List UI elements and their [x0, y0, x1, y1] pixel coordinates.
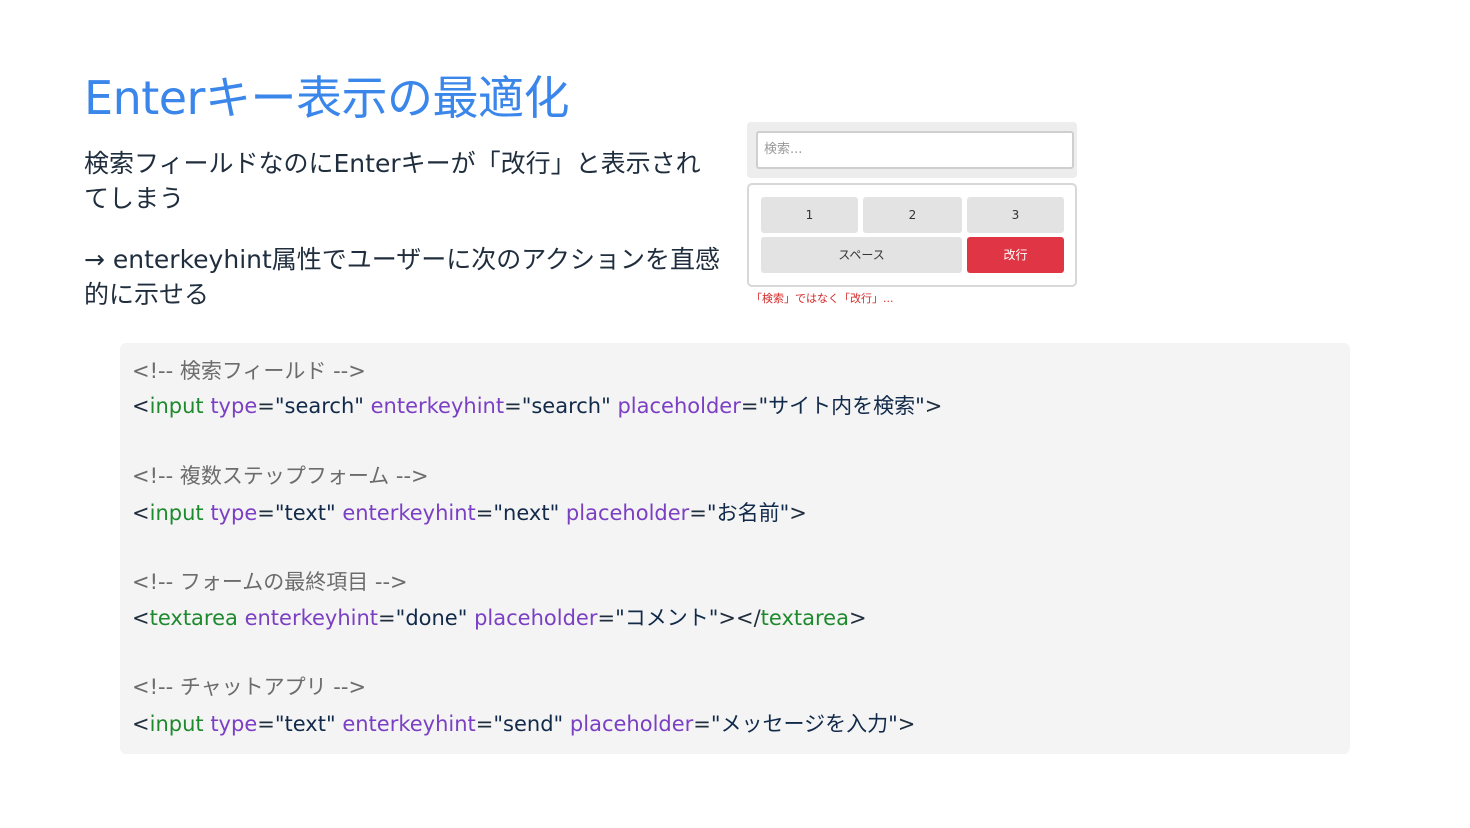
key-3[interactable]: 3: [967, 197, 1064, 233]
code-value: "send": [493, 712, 564, 736]
code-comment-chat: <!-- チャットアプリ -->: [132, 675, 367, 699]
code-line-search: <input type="search" enterkeyhint="searc…: [132, 394, 943, 418]
code-line-multistep: <input type="text" enterkeyhint="next" p…: [132, 501, 807, 525]
code-tag: input: [149, 394, 204, 418]
code-block: <!-- 検索フィールド --> <input type="search" en…: [120, 343, 1350, 754]
code-value: "next": [493, 501, 560, 525]
code-value: "text": [274, 501, 336, 525]
demo-search-bar: 検索...: [747, 122, 1077, 178]
code-attr: placeholder: [474, 606, 598, 630]
code-line-chat: <input type="text" enterkeyhint="send" p…: [132, 712, 916, 736]
code-value: "search": [521, 394, 611, 418]
key-2[interactable]: 2: [863, 197, 962, 233]
code-value: "text": [274, 712, 336, 736]
code-value: "メッセージを入力": [710, 712, 898, 736]
code-attr: enterkeyhint: [244, 606, 379, 630]
code-line-final: <textarea enterkeyhint="done" placeholde…: [132, 606, 867, 630]
code-attr: placeholder: [565, 501, 690, 525]
code-tag: input: [149, 501, 204, 525]
code-attr: type: [210, 394, 258, 418]
code-attr: type: [210, 712, 258, 736]
slide-title: Enterキー表示の最適化: [84, 71, 569, 125]
code-tag: input: [149, 712, 204, 736]
demo-caption: 「検索」ではなく「改行」...: [751, 292, 894, 305]
code-tag: textarea: [760, 606, 849, 630]
code-attr: enterkeyhint: [342, 712, 476, 736]
space-key[interactable]: スペース: [761, 237, 962, 273]
code-attr: type: [210, 501, 258, 525]
solution-description: → enterkeyhint属性でユーザーに次のアクションを直感的に示せる: [84, 245, 721, 309]
demo-search-input[interactable]: 検索...: [756, 131, 1074, 169]
problem-description: 検索フィールドなのにEnterキーが「改行」と表示されてしまう: [84, 149, 701, 213]
code-comment-final: <!-- フォームの最終項目 -->: [132, 570, 408, 594]
code-comment-multistep: <!-- 複数ステップフォーム -->: [132, 464, 429, 488]
code-comment-search: <!-- 検索フィールド -->: [132, 359, 366, 383]
code-value: "サイト内を検索": [758, 394, 925, 418]
demo-keyboard: 1 2 3 スペース 改行: [747, 183, 1077, 287]
code-attr: enterkeyhint: [342, 501, 476, 525]
code-attr: placeholder: [569, 712, 694, 736]
code-attr: enterkeyhint: [370, 394, 505, 418]
code-value: "done": [395, 606, 468, 630]
code-value: "お名前": [706, 501, 790, 525]
code-value: "search": [274, 394, 364, 418]
enter-key[interactable]: 改行: [967, 237, 1064, 273]
key-1[interactable]: 1: [761, 197, 858, 233]
code-attr: placeholder: [617, 394, 741, 418]
code-value: "コメント": [615, 606, 719, 630]
code-tag: textarea: [149, 606, 238, 630]
